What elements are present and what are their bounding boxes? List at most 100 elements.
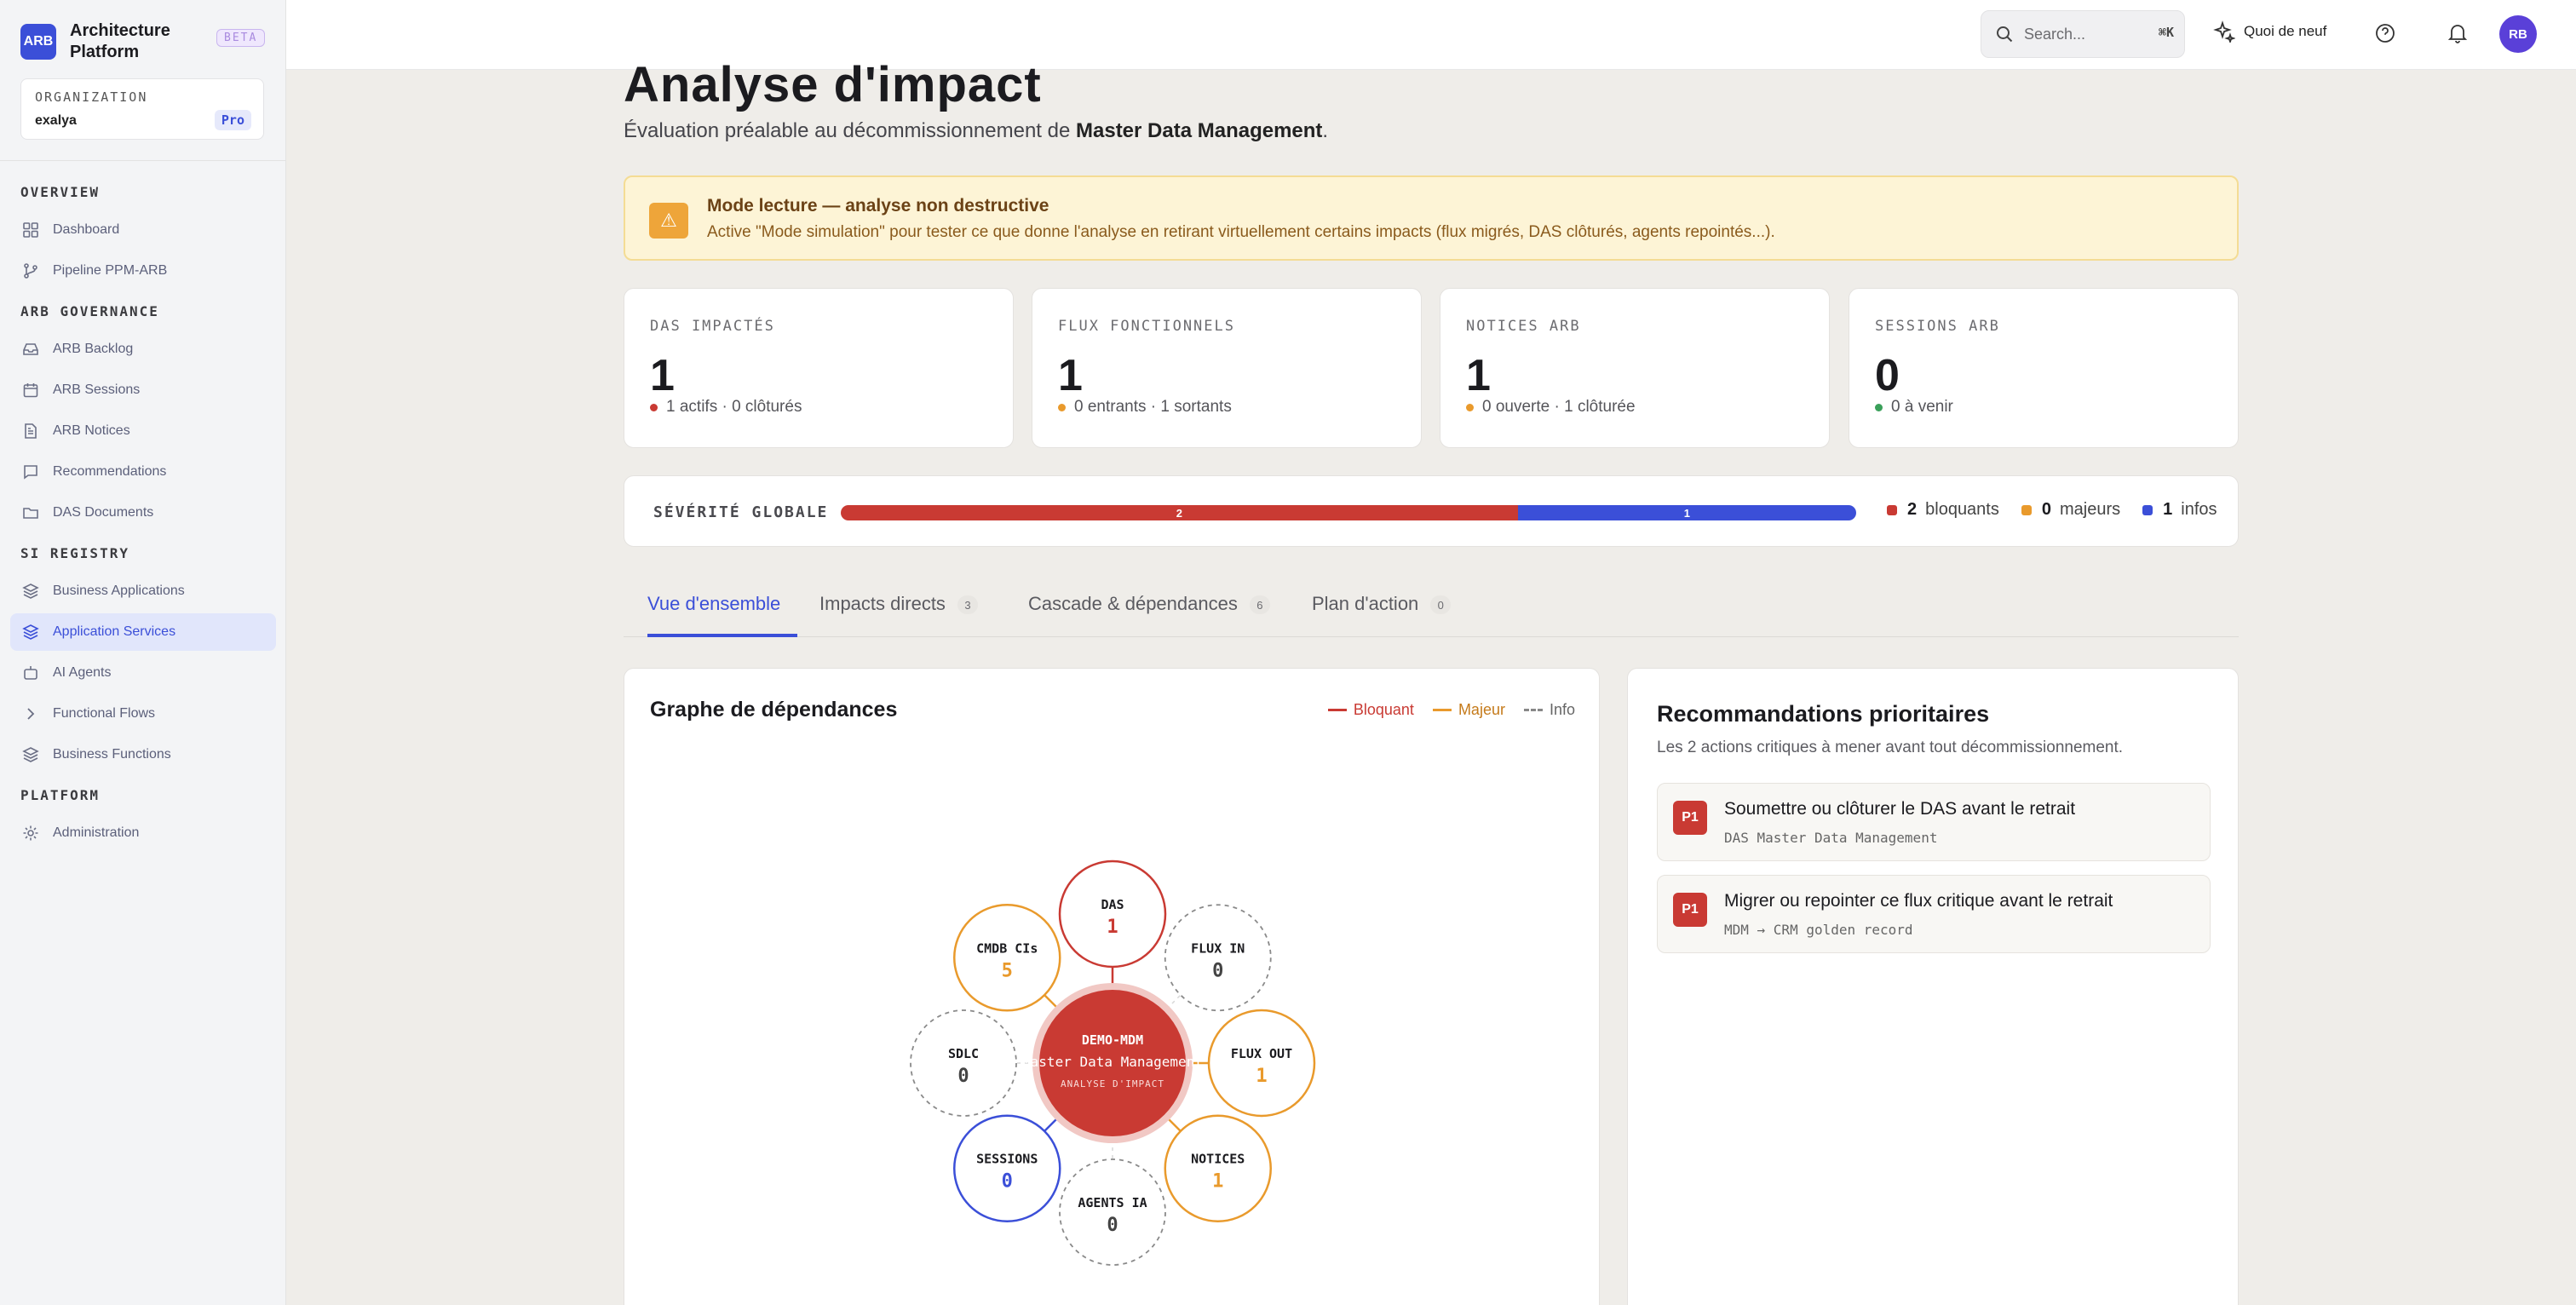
sidebar-item-arb-sessions[interactable]: ARB Sessions xyxy=(10,371,276,409)
sidebar-item-application-services[interactable]: Application Services xyxy=(10,613,276,651)
tab-vue-ensemble[interactable]: Vue d'ensemble xyxy=(647,593,797,637)
dependency-graph: DAS 1 FLUX IN 0 FLUX OUT 1 NOTICES 1 AGENTS IA 0 S… xyxy=(910,859,1316,1266)
dependency-graph-card: Graphe de dépendances Bloquant Majeur In… xyxy=(624,668,1600,1305)
stat-card-flux: FLUX FONCTIONNELS 1 0 entrants · 1 sorta… xyxy=(1032,288,1422,448)
subtitle-suffix: . xyxy=(1322,119,1329,142)
graph-center-code: DEMO-MDM xyxy=(1082,1032,1143,1048)
chevron-right-icon xyxy=(22,705,39,722)
sidebar-item-label: Administration xyxy=(53,825,140,840)
tab-bar: Vue d'ensemble Impacts directs 3 Cascade … xyxy=(624,586,2239,637)
sidebar-item-dashboard[interactable]: Dashboard xyxy=(10,211,276,249)
recommendation-item[interactable]: P1 Migrer ou repointer ce flux critique … xyxy=(1657,875,2211,953)
tab-count: 0 xyxy=(1430,595,1452,614)
sidebar-item-label: Business Functions xyxy=(53,747,171,762)
calendar-icon xyxy=(22,382,39,399)
sidebar-item-label: Pipeline PPM-ARB xyxy=(53,263,168,278)
search-icon xyxy=(1997,26,2013,43)
sidebar-item-das-documents[interactable]: DAS Documents xyxy=(10,494,276,532)
read-mode-alert: ⚠ Mode lecture — analyse non destructive… xyxy=(624,175,2239,261)
subtitle-subject: Master Data Management xyxy=(1076,119,1323,142)
graph-node-label: SDLC xyxy=(948,1046,979,1061)
help-icon xyxy=(2376,24,2395,43)
whats-new-button[interactable]: Quoi de neuf xyxy=(2213,20,2326,43)
graph-node xyxy=(910,1009,1017,1117)
sidebar-item-label: ARB Notices xyxy=(53,423,130,438)
whats-new-label: Quoi de neuf xyxy=(2244,23,2327,39)
graph-node-value: 5 xyxy=(1002,960,1013,981)
stat-detail-text: 1 actifs · 0 clôturés xyxy=(666,398,802,416)
org-label: ORGANIZATION xyxy=(35,89,148,105)
sidebar-divider xyxy=(0,160,286,161)
search-shortcut: ⌘K xyxy=(2158,25,2174,40)
legend-majeurs: 0 majeurs xyxy=(2021,500,2120,520)
stat-value: 1 xyxy=(1058,351,1083,400)
git-branch-icon xyxy=(22,262,39,279)
layers-icon xyxy=(22,583,39,600)
graph-node-value: 1 xyxy=(1107,917,1118,938)
tab-cascade-dependances[interactable]: Cascade & dépendances 6 xyxy=(1028,593,1270,637)
status-dot xyxy=(1058,403,1066,411)
sidebar-item-administration[interactable]: Administration xyxy=(10,814,276,852)
sidebar-item-label: Business Applications xyxy=(53,584,185,598)
help-button[interactable] xyxy=(2372,20,2398,46)
tab-count: 6 xyxy=(1249,595,1270,614)
sidebar: ARB Architecture Platform BETA ORGANIZAT… xyxy=(0,0,286,1305)
sidebar-item-arb-notices[interactable]: ARB Notices xyxy=(10,412,276,450)
sidebar-item-label: Recommendations xyxy=(53,464,167,479)
stat-value: 1 xyxy=(650,351,675,400)
reco-item-title: Migrer ou repointer ce flux critique ava… xyxy=(1724,891,2113,911)
dashboard-icon xyxy=(22,221,39,239)
reco-item-title: Soumettre ou clôturer le DAS avant le re… xyxy=(1724,799,2076,819)
legend-count: 2 xyxy=(1907,500,1918,519)
bell-icon xyxy=(2447,25,2468,43)
nav-section-arb-governance: ARB GOVERNANCE xyxy=(20,303,159,319)
sidebar-item-recommendations[interactable]: Recommendations xyxy=(10,453,276,491)
sidebar-item-functional-flows[interactable]: Functional Flows xyxy=(10,695,276,733)
sidebar-item-pipeline[interactable]: Pipeline PPM-ARB xyxy=(10,252,276,290)
priority-badge: P1 xyxy=(1673,801,1707,835)
graph-node-value: 0 xyxy=(1107,1215,1118,1236)
legend-label: majeurs xyxy=(2060,500,2121,519)
sidebar-item-business-functions[interactable]: Business Functions xyxy=(10,736,276,773)
search-box[interactable]: ⌘K xyxy=(1981,10,2185,58)
folder-icon xyxy=(22,504,39,521)
brand[interactable]: ARB Architecture Platform xyxy=(20,20,198,63)
stat-detail: 0 entrants · 1 sortants xyxy=(1058,398,1232,417)
graph-node-value: 0 xyxy=(1212,960,1223,981)
avatar[interactable]: RB xyxy=(2499,15,2537,53)
sidebar-item-label: Functional Flows xyxy=(53,706,156,721)
sidebar-item-arb-backlog[interactable]: ARB Backlog xyxy=(10,331,276,368)
graph-node-value: 0 xyxy=(1002,1171,1013,1193)
tab-label: Plan d'action xyxy=(1312,593,1419,614)
graph-node xyxy=(1058,859,1167,969)
stat-detail: 0 à venir xyxy=(1875,398,1953,417)
plan-badge: Pro xyxy=(214,110,251,130)
nav-section-overview: OVERVIEW xyxy=(20,184,101,200)
legend-swatch xyxy=(2142,504,2153,515)
organization-selector[interactable]: ORGANIZATION exalya Pro xyxy=(20,78,264,140)
reco-title: Recommandations prioritaires xyxy=(1657,701,1990,727)
stat-label: DAS IMPACTÉS xyxy=(650,318,775,335)
search-input[interactable] xyxy=(2024,25,2135,43)
warning-icon: ⚠ xyxy=(649,203,688,239)
sparkles-icon xyxy=(2213,20,2235,43)
tab-plan-action[interactable]: Plan d'action 0 xyxy=(1312,593,1452,637)
legend-label: infos xyxy=(2181,500,2217,519)
severity-segment-info: 1 xyxy=(1517,505,1856,520)
notifications-button[interactable] xyxy=(2445,20,2470,46)
graph-node-label: DAS xyxy=(1101,897,1124,912)
page-subtitle: Évaluation préalable au décommissionneme… xyxy=(624,119,1328,143)
status-dot xyxy=(650,403,658,411)
graph-node xyxy=(1059,1158,1166,1266)
sidebar-item-ai-agents[interactable]: AI Agents xyxy=(10,654,276,692)
sidebar-item-business-applications[interactable]: Business Applications xyxy=(10,572,276,610)
reco-subtitle: Les 2 actions critiques à mener avant to… xyxy=(1657,739,2124,756)
graph-node xyxy=(1164,1114,1272,1222)
graph-node xyxy=(1207,1009,1316,1118)
graph-node-label: CMDB CIs xyxy=(976,940,1038,956)
graph-node xyxy=(953,904,1061,1012)
legend-infos: 1 infos xyxy=(2142,500,2217,520)
layers-icon xyxy=(22,746,39,763)
tab-impacts-directs[interactable]: Impacts directs 3 xyxy=(819,593,978,637)
recommendation-item[interactable]: P1 Soumettre ou clôturer le DAS avant le… xyxy=(1657,783,2211,861)
